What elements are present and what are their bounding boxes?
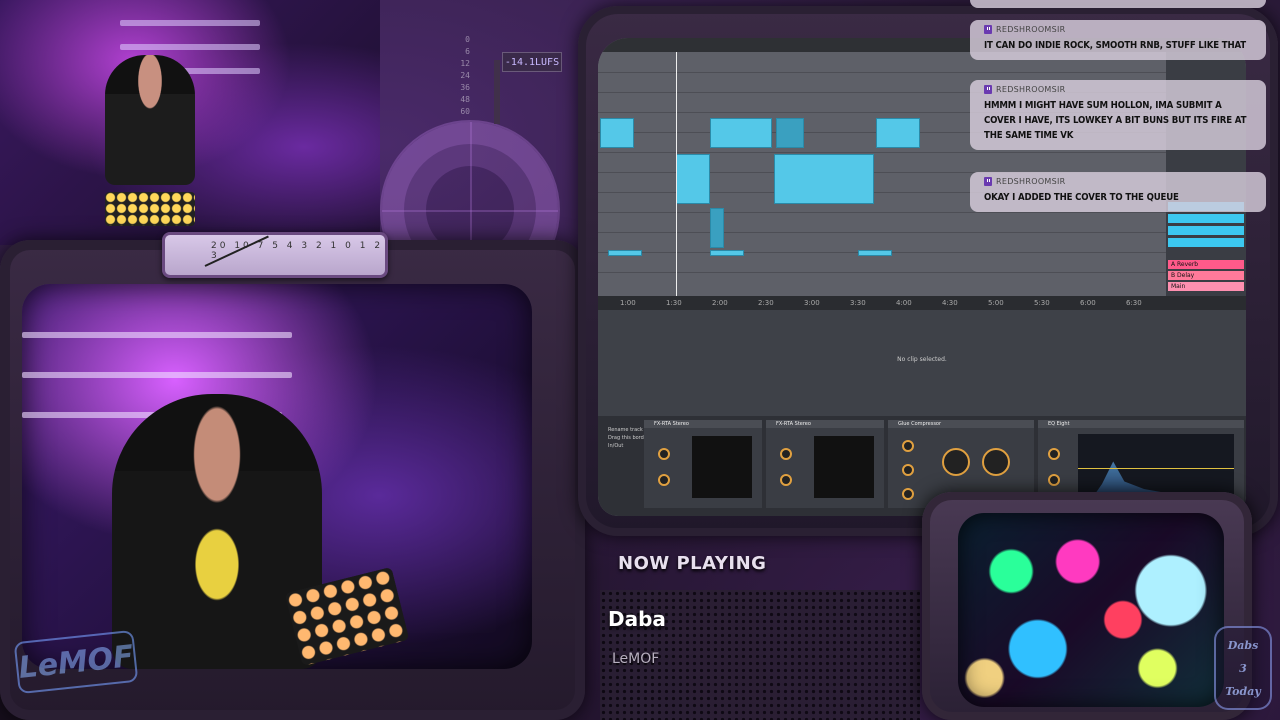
clip-detail-view[interactable]: No clip selected. xyxy=(598,310,1246,416)
release-knob[interactable] xyxy=(902,464,914,476)
threshold-knob[interactable] xyxy=(942,448,970,476)
clip[interactable] xyxy=(710,118,772,148)
meter-tick: 36 xyxy=(460,83,470,92)
timeline-label: 1:30 xyxy=(666,299,682,307)
timeline-label: 1:00 xyxy=(620,299,636,307)
shelf xyxy=(22,332,292,338)
chat-text: OKAY I ADDED THE COVER TO THE QUEUE xyxy=(984,192,1179,203)
now-playing-title: Daba xyxy=(608,607,666,631)
timeline-bar[interactable]: 1:00 1:30 2:00 2:30 3:00 3:30 4:00 4:30 … xyxy=(598,296,1246,310)
chat-username: REDSHROOMSIR xyxy=(984,177,1254,186)
streamer-overhead xyxy=(105,55,195,185)
makeup-knob[interactable] xyxy=(982,448,1010,476)
timeline-label: 2:00 xyxy=(712,299,728,307)
chat-text: IT CAN DO INDIE ROCK, SMOOTH RNB, STUFF … xyxy=(984,40,1247,51)
meter-tick: 24 xyxy=(460,71,470,80)
mixer-strip[interactable] xyxy=(1168,214,1244,223)
mixer-strip-reverb[interactable]: A Reverb xyxy=(1168,260,1244,269)
mix-knob[interactable] xyxy=(658,474,670,486)
clip[interactable] xyxy=(774,154,874,204)
meter-tick: 0 xyxy=(465,35,470,44)
meter-tick: 60 xyxy=(460,107,470,116)
spectrum-scope xyxy=(692,436,752,498)
clip[interactable] xyxy=(858,250,892,256)
gain-knob[interactable] xyxy=(658,448,670,460)
device-fx-rta-2[interactable]: FX-RTA Stereo xyxy=(766,420,884,508)
clip[interactable] xyxy=(776,118,804,148)
clip[interactable] xyxy=(876,118,920,148)
clip[interactable] xyxy=(676,154,710,204)
chat-message: REDSHROOMSIR HMMM I MIGHT HAVE SUM HOLLO… xyxy=(970,80,1266,150)
chat-message: REDSHROOMSIR IT CAN DO INDIE ROCK, SMOOT… xyxy=(970,20,1266,60)
shelf xyxy=(120,20,260,26)
mixer-strip[interactable] xyxy=(1168,226,1244,235)
clip[interactable] xyxy=(710,250,744,256)
timeline-label: 3:00 xyxy=(804,299,820,307)
timeline-label: 5:30 xyxy=(1034,299,1050,307)
freq-knob[interactable] xyxy=(1048,448,1060,460)
device-side-labels: Rename track Drag this border In/Out xyxy=(608,427,649,449)
now-playing-artist: LeMOF xyxy=(612,651,660,667)
spectrum-scope xyxy=(814,436,874,498)
timeline-label: 6:00 xyxy=(1080,299,1096,307)
chat-text: HMMM I MIGHT HAVE SUM HOLLON, IMA SUBMIT… xyxy=(984,100,1247,141)
timeline-label: 2:30 xyxy=(758,299,774,307)
ratio-knob[interactable] xyxy=(902,488,914,500)
now-playing-label: NOW PLAYING xyxy=(618,553,767,574)
lufs-readout: -14.1LUFS xyxy=(502,52,562,72)
attack-knob[interactable] xyxy=(902,440,914,452)
timeline-label: 4:00 xyxy=(896,299,912,307)
mixer-strip[interactable] xyxy=(1168,238,1244,247)
dabs-today-logo: Dabs 3 Today xyxy=(1214,626,1272,710)
mixer-strip-delay[interactable]: B Delay xyxy=(1168,271,1244,280)
vu-meter: 20 10 7 5 4 3 2 1 0 1 2 3 xyxy=(162,232,388,278)
webcam-overhead xyxy=(0,0,380,245)
chat-username: REDSHROOMSIR xyxy=(984,85,1254,94)
clip[interactable] xyxy=(600,118,634,148)
timeline-label: 6:30 xyxy=(1126,299,1142,307)
shelf xyxy=(22,372,292,378)
loudness-meter-bar xyxy=(494,60,500,124)
playhead[interactable] xyxy=(676,52,677,296)
gain-knob[interactable] xyxy=(1048,474,1060,486)
visualizer-screen xyxy=(958,513,1224,707)
clip[interactable] xyxy=(710,208,724,248)
meter-tick: 48 xyxy=(460,95,470,104)
chat-top-bar xyxy=(970,0,1266,8)
clip[interactable] xyxy=(608,250,642,256)
meter-ticks: 0 6 12 24 36 48 60 xyxy=(456,34,470,118)
twitch-icon xyxy=(984,177,992,186)
meter-tick: 6 xyxy=(465,47,470,56)
gain-knob[interactable] xyxy=(780,448,792,460)
twitch-icon xyxy=(984,85,992,94)
shelf xyxy=(120,44,260,50)
streamer xyxy=(112,394,322,669)
mixer-strip-main[interactable]: Main xyxy=(1168,282,1244,291)
timeline-label: 3:30 xyxy=(850,299,866,307)
webcam-main xyxy=(22,284,532,669)
no-clip-message: No clip selected. xyxy=(897,356,947,363)
device-fx-rta-1[interactable]: FX-RTA Stereo xyxy=(644,420,762,508)
meter-tick: 12 xyxy=(460,59,470,68)
timeline-label: 5:00 xyxy=(988,299,1004,307)
mix-knob[interactable] xyxy=(780,474,792,486)
twitch-icon xyxy=(984,25,992,34)
drum-pads-overhead xyxy=(105,192,195,226)
chat-message: REDSHROOMSIR OKAY I ADDED THE COVER TO T… xyxy=(970,172,1266,212)
chat-username: REDSHROOMSIR xyxy=(984,25,1254,34)
timeline-label: 4:30 xyxy=(942,299,958,307)
